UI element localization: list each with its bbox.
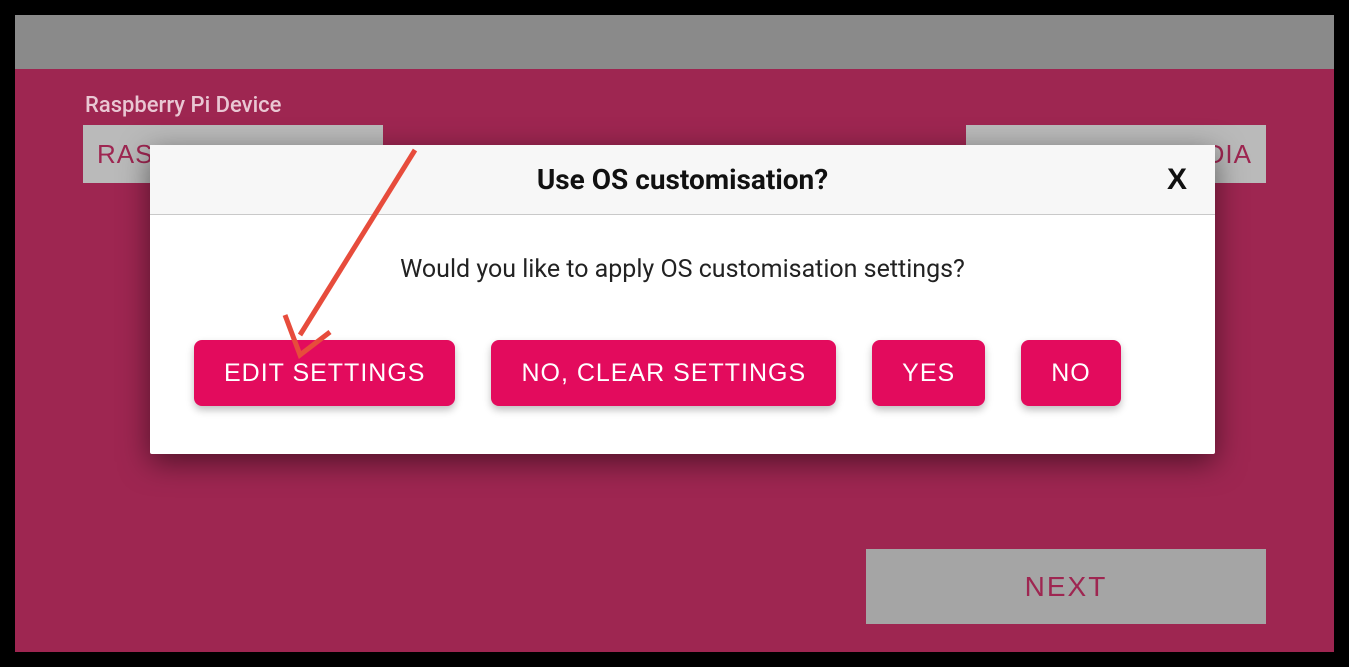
dialog-title: Use OS customisation? xyxy=(537,163,828,196)
os-customisation-dialog: Use OS customisation? X Would you like t… xyxy=(150,145,1215,454)
device-label: Raspberry Pi Device xyxy=(85,93,281,118)
dialog-body: Would you like to apply OS customisation… xyxy=(150,215,1215,454)
yes-button[interactable]: YES xyxy=(872,340,985,406)
edit-settings-button[interactable]: EDIT SETTINGS xyxy=(194,340,455,406)
dialog-header: Use OS customisation? X xyxy=(150,145,1215,215)
no-clear-settings-button[interactable]: NO, CLEAR SETTINGS xyxy=(491,340,836,406)
dialog-actions: EDIT SETTINGS NO, CLEAR SETTINGS YES NO xyxy=(194,340,1171,406)
titlebar-area xyxy=(15,15,1334,69)
no-button[interactable]: NO xyxy=(1021,340,1121,406)
app-frame: Raspberry Pi Device RASPBERRY PI MEDIA N… xyxy=(0,0,1349,667)
app-window: Raspberry Pi Device RASPBERRY PI MEDIA N… xyxy=(15,15,1334,652)
close-button[interactable]: X xyxy=(1167,145,1187,214)
dialog-message: Would you like to apply OS customisation… xyxy=(194,255,1171,284)
next-button[interactable]: NEXT xyxy=(866,549,1266,624)
